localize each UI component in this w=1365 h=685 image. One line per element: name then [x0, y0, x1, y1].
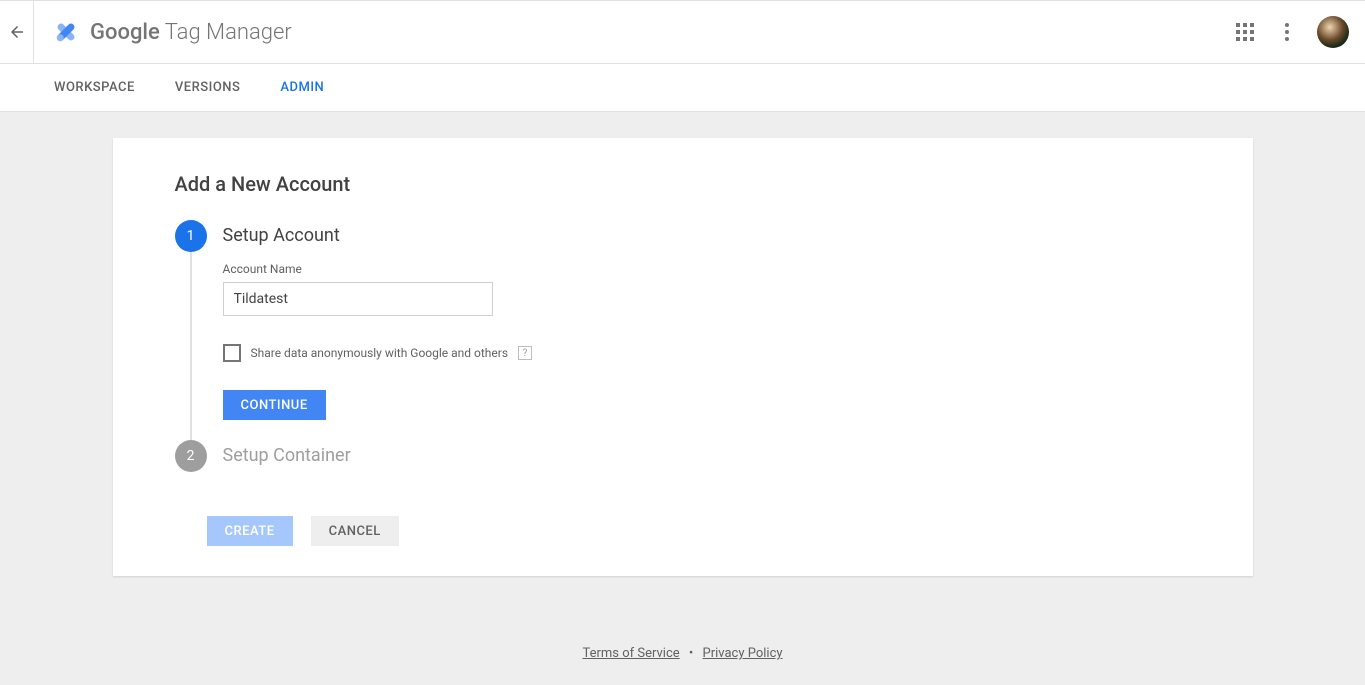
- brand-title: Google Tag Manager: [90, 20, 292, 45]
- brand-title-light: Tag Manager: [160, 20, 292, 45]
- help-icon[interactable]: ?: [518, 346, 532, 360]
- tos-link[interactable]: Terms of Service: [582, 646, 679, 661]
- more-button[interactable]: [1275, 20, 1299, 44]
- apps-grid-icon: [1236, 23, 1254, 41]
- steps-container: 1 Setup Account Account Name Share data …: [175, 220, 1191, 472]
- more-vertical-icon: [1285, 23, 1289, 41]
- continue-button[interactable]: CONTINUE: [223, 390, 326, 420]
- avatar[interactable]: [1317, 16, 1349, 48]
- step-connector: [190, 252, 192, 440]
- tabs-bar: WORKSPACE VERSIONS ADMIN: [0, 64, 1365, 112]
- step-2-bullet: 2: [175, 440, 207, 472]
- privacy-link[interactable]: Privacy Policy: [703, 646, 783, 661]
- account-name-label: Account Name: [223, 262, 1191, 276]
- gtm-logo-icon: [52, 18, 80, 46]
- tab-workspace[interactable]: WORKSPACE: [34, 64, 155, 111]
- continue-wrap: CONTINUE: [223, 390, 1191, 420]
- card-title: Add a New Account: [175, 172, 1191, 196]
- share-data-row: Share data anonymously with Google and o…: [223, 344, 1191, 362]
- legal-footer: Terms of Service • Privacy Policy: [0, 646, 1365, 661]
- tab-versions[interactable]: VERSIONS: [155, 64, 261, 111]
- step-2-row: 2 Setup Container: [175, 440, 1191, 472]
- share-data-checkbox[interactable]: [223, 344, 241, 362]
- tab-admin[interactable]: ADMIN: [260, 64, 344, 111]
- brand[interactable]: Google Tag Manager: [52, 18, 292, 46]
- step-1-body: Account Name Share data anonymously with…: [223, 262, 1191, 420]
- create-button[interactable]: CREATE: [207, 516, 293, 546]
- step-1-bullet: 1: [175, 220, 207, 252]
- step-1-row: 1 Setup Account: [175, 220, 1191, 252]
- brand-title-bold: Google: [90, 20, 160, 45]
- step-2-label: Setup Container: [223, 440, 351, 472]
- top-right-controls: [1233, 16, 1349, 48]
- account-name-input[interactable]: [223, 282, 493, 316]
- footer-actions: CREATE CANCEL: [207, 516, 1191, 546]
- apps-button[interactable]: [1233, 20, 1257, 44]
- top-bar: Google Tag Manager: [0, 0, 1365, 64]
- cancel-button[interactable]: CANCEL: [311, 516, 399, 546]
- back-arrow-icon[interactable]: [8, 23, 26, 41]
- legal-separator: •: [689, 646, 693, 661]
- step-1-label: Setup Account: [223, 220, 340, 252]
- new-account-card: Add a New Account 1 Setup Account Accoun…: [113, 138, 1253, 576]
- share-data-label: Share data anonymously with Google and o…: [251, 346, 509, 360]
- back-column: [0, 1, 34, 63]
- page-background: Add a New Account 1 Setup Account Accoun…: [0, 112, 1365, 685]
